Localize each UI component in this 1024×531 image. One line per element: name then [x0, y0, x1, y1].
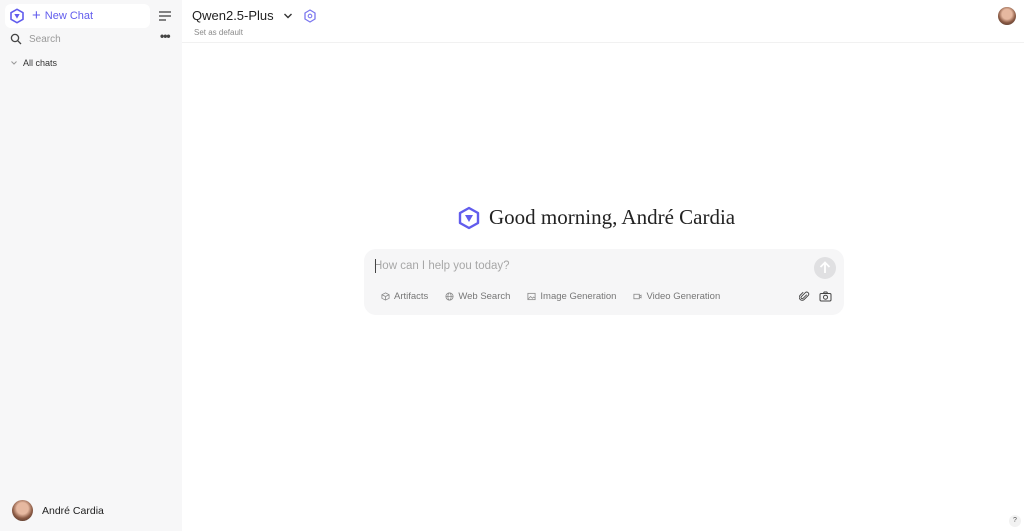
avatar[interactable]: [998, 7, 1016, 25]
qwen-logo-icon[interactable]: [9, 8, 25, 24]
model-info-icon[interactable]: [303, 9, 317, 23]
user-profile-button[interactable]: André Cardia: [12, 500, 104, 521]
image-generation-label: Image Generation: [540, 291, 617, 302]
greeting-text: Good morning, André Cardia: [489, 205, 736, 229]
sidebar-header: + New Chat: [5, 4, 150, 28]
send-button[interactable]: [814, 257, 836, 279]
chat-composer: Artifacts Web Search Image Generation Vi…: [364, 249, 844, 315]
video-icon: [633, 293, 642, 300]
artifacts-button[interactable]: Artifacts: [381, 291, 428, 302]
avatar: [12, 500, 33, 521]
video-generation-button[interactable]: Video Generation: [633, 291, 720, 302]
new-chat-button[interactable]: + New Chat: [32, 8, 93, 24]
web-search-label: Web Search: [458, 291, 511, 302]
header-divider: [182, 42, 1024, 43]
artifacts-label: Artifacts: [394, 291, 429, 302]
qwen-logo-icon: [458, 206, 480, 229]
chat-input[interactable]: [374, 257, 804, 275]
sidebar-search[interactable]: Search: [10, 31, 174, 47]
greeting: Good morning, André Cardia: [457, 205, 735, 230]
sidebar: + New Chat Search ••• All chats André Ca…: [0, 0, 182, 531]
model-name: Qwen2.5-Plus: [192, 8, 274, 23]
chevron-down-icon: [283, 13, 292, 18]
user-name: André Cardia: [42, 504, 104, 517]
all-chats-label: All chats: [23, 58, 58, 68]
search-placeholder: Search: [29, 33, 61, 45]
model-selector[interactable]: Qwen2.5-Plus: [192, 8, 293, 23]
image-generation-button[interactable]: Image Generation: [527, 291, 616, 302]
globe-icon: [445, 292, 454, 301]
video-generation-label: Video Generation: [646, 291, 721, 302]
chevron-down-icon: [11, 61, 17, 65]
set-as-default-link[interactable]: Set as default: [194, 28, 243, 37]
plus-icon: +: [32, 7, 41, 24]
cube-icon: [381, 292, 390, 301]
search-icon: [10, 33, 22, 45]
all-chats-toggle[interactable]: All chats: [10, 58, 57, 68]
sidebar-toggle-icon[interactable]: [158, 10, 172, 22]
help-button[interactable]: ?: [1009, 515, 1021, 527]
more-options-button[interactable]: •••: [160, 29, 171, 43]
camera-icon[interactable]: [819, 291, 832, 302]
image-icon: [527, 292, 536, 301]
paperclip-icon[interactable]: [799, 291, 810, 302]
text-caret: [375, 259, 376, 273]
arrow-up-icon: [819, 261, 831, 273]
new-chat-label: New Chat: [44, 10, 94, 22]
web-search-button[interactable]: Web Search: [445, 291, 510, 302]
tool-bar: Artifacts Web Search Image Generation Vi…: [381, 291, 737, 302]
